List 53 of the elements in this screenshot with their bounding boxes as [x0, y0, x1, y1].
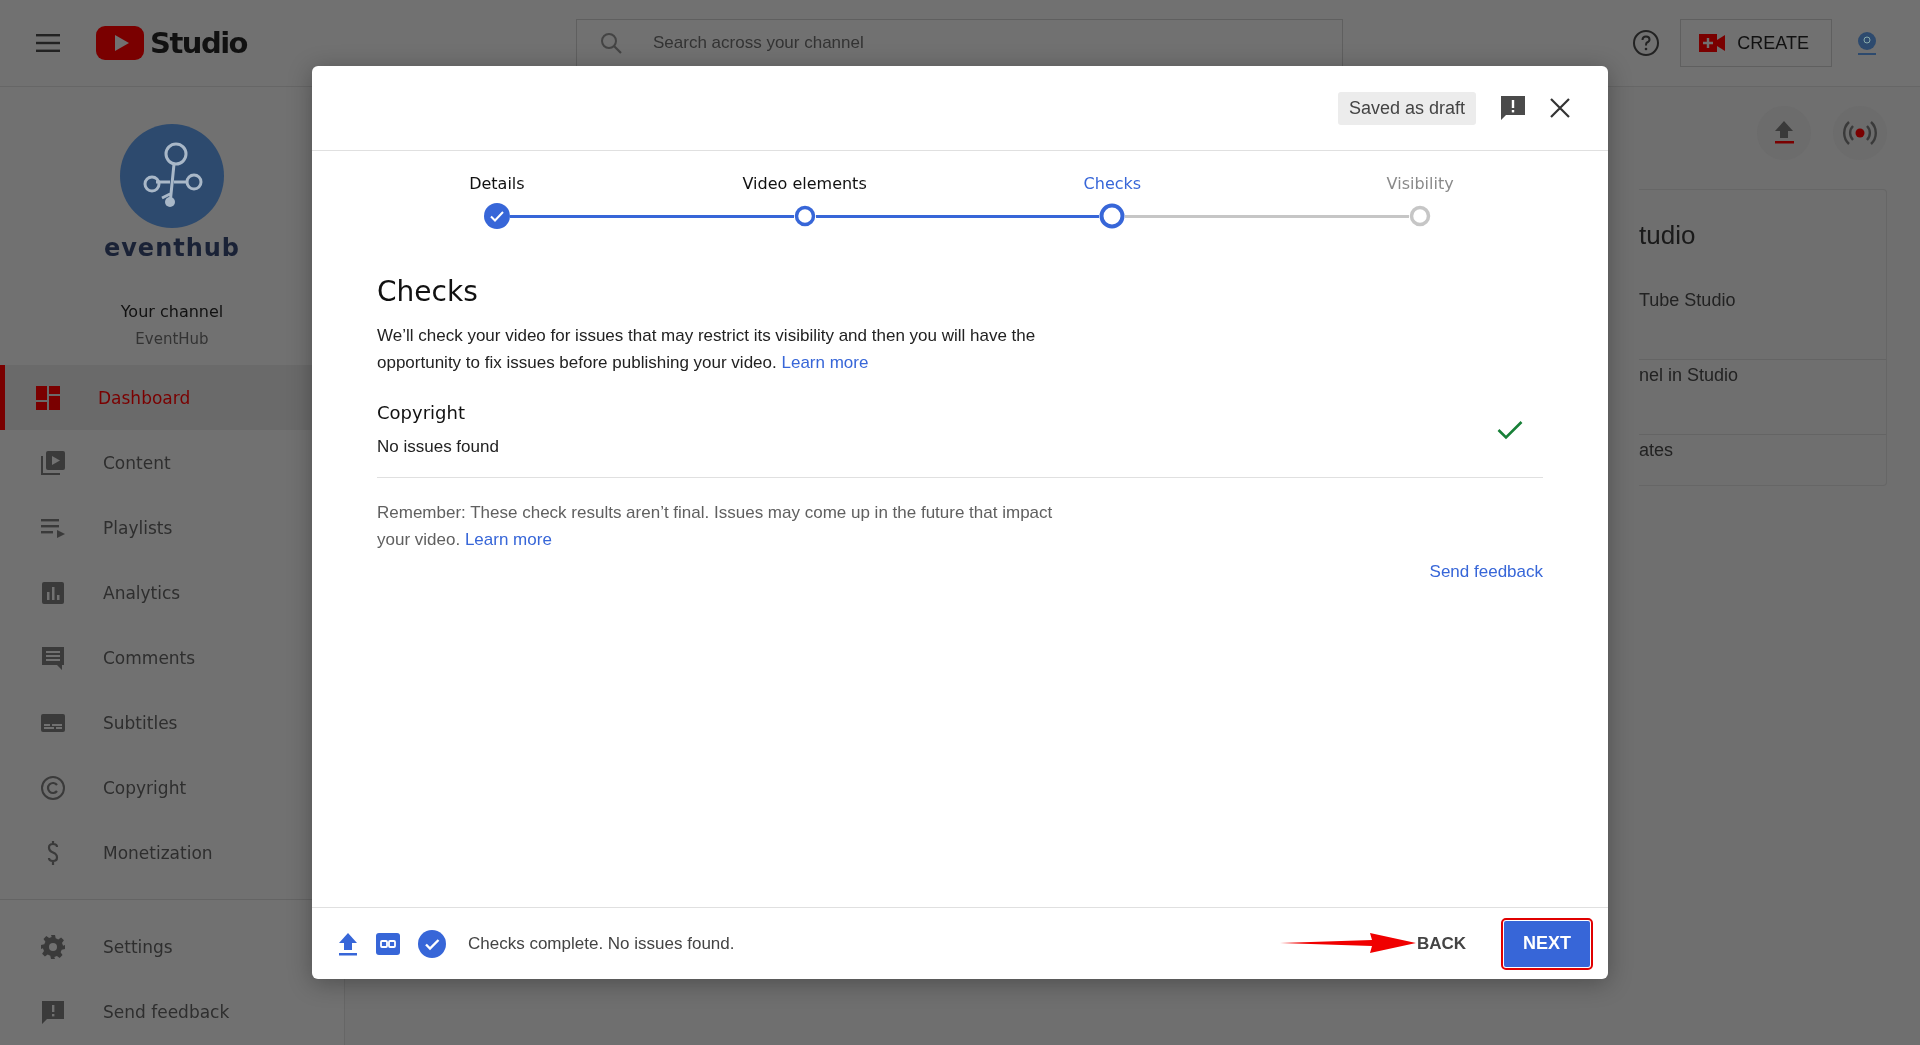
- check-title: Copyright: [377, 402, 466, 423]
- sidebar-item[interactable]: Monetization: [0, 820, 344, 885]
- dashboard-icon: [35, 384, 61, 411]
- sidebar-item[interactable]: Comments: [0, 625, 344, 690]
- card-title: tudio: [1639, 220, 1697, 251]
- feedback-icon[interactable]: [1500, 95, 1526, 121]
- channel-title: Your channel: [120, 302, 224, 321]
- sidebar-item[interactable]: Analytics: [0, 560, 344, 625]
- sidebar-item[interactable]: Send feedback: [0, 979, 344, 1044]
- step-tab[interactable]: Checks: [958, 174, 1267, 229]
- sidebar-item[interactable]: Playlists: [0, 495, 344, 560]
- comment-icon: [40, 644, 66, 671]
- back-button[interactable]: BACK: [1410, 932, 1472, 955]
- check-result: No issues found: [377, 437, 499, 457]
- channel-brand: eventhub: [103, 234, 241, 262]
- intro-text: We’ll check your video for issues that may restrict its visibility and then you will have the opportunity to fix issues before publishing your video. Learn more: [377, 325, 1037, 374]
- bar-chart-icon: [40, 579, 66, 606]
- next-button[interactable]: NEXT: [1504, 920, 1590, 967]
- feedback-icon: [40, 998, 66, 1025]
- close-icon[interactable]: [1550, 98, 1570, 118]
- logo-text[interactable]: Studio: [150, 26, 248, 60]
- video-library-icon: [40, 449, 66, 476]
- sd-badge-icon: [376, 932, 400, 955]
- section-heading: Checks: [377, 275, 479, 308]
- search-icon: [600, 32, 622, 54]
- sidebar-item[interactable]: Subtitles: [0, 690, 344, 755]
- step-tab[interactable]: Visibility: [1266, 174, 1574, 229]
- settings-icon: [40, 933, 66, 960]
- create-button[interactable]: CREATE: [1680, 19, 1832, 67]
- sidebar-item[interactable]: Content: [0, 430, 344, 495]
- step-tab[interactable]: Video elements: [650, 174, 959, 229]
- sidebar-item[interactable]: Copyright: [0, 755, 344, 820]
- channel-name: EventHub: [135, 330, 209, 348]
- send-feedback-link[interactable]: Send feedback: [1429, 562, 1543, 582]
- menu-icon[interactable]: [36, 34, 60, 52]
- step-tab[interactable]: Details: [343, 174, 651, 229]
- help-icon[interactable]: [1632, 29, 1661, 57]
- play-logo-icon[interactable]: [96, 26, 144, 60]
- sidebar-item[interactable]: Settings: [0, 914, 344, 979]
- learn-more-link[interactable]: Learn more: [464, 530, 552, 549]
- note-text: Remember: These check results aren’t final. Issues may come up in the future that impact your video. Learn more: [377, 502, 1054, 551]
- draft-status: Saved as draft: [1337, 91, 1476, 125]
- card-item[interactable]: ates: [1639, 435, 1886, 475]
- check-circle-icon: [418, 929, 446, 958]
- learn-more-link[interactable]: Learn more: [781, 353, 869, 372]
- upload-icon: [338, 931, 358, 956]
- footer-status: Checks complete. No issues found.: [468, 933, 735, 954]
- copyright-icon: [40, 774, 66, 801]
- card-item[interactable]: Tube Studio: [1639, 285, 1886, 360]
- card-item[interactable]: nel in Studio: [1639, 360, 1886, 435]
- camera-icon: [1699, 34, 1726, 52]
- channel-logo-icon[interactable]: [120, 124, 224, 228]
- search-field[interactable]: Search across your channel: [576, 19, 1343, 67]
